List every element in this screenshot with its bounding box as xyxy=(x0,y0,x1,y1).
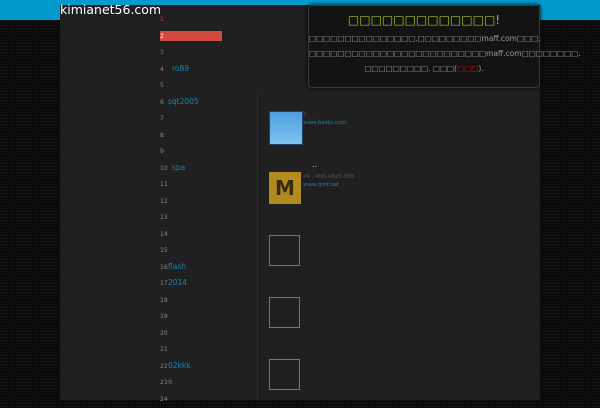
logo-m-icon[interactable]: M xyxy=(269,172,301,204)
popup-title: □□□□□□□□□□□□□! xyxy=(309,13,539,27)
popup-line-3-text: □□□□□□□□□. □□□( xyxy=(364,64,457,73)
list-item[interactable]: 1 xyxy=(160,11,222,28)
rank-number: 6 xyxy=(160,95,168,112)
list-item-label[interactable]: spa xyxy=(172,163,185,172)
rank-number: 5 xyxy=(160,78,168,95)
notice-popup: □□□□□□□□□□□□□! □□□□□□□□□□□□□□□.□□□□□□□□□… xyxy=(308,5,540,88)
site-title[interactable]: kimianet56.com xyxy=(60,2,161,17)
list-item[interactable]: 12 xyxy=(160,193,222,210)
list-item[interactable]: 3 xyxy=(160,44,222,61)
list-item[interactable]: 9 xyxy=(160,143,222,160)
list-item-label[interactable]: flash xyxy=(168,262,186,271)
divider xyxy=(257,95,258,400)
list-item-label[interactable]: 2014 xyxy=(168,278,187,287)
list-item[interactable]: 23e xyxy=(160,374,222,391)
list-item-label[interactable]: ro89 xyxy=(172,64,189,73)
list-item[interactable]: 2202kkk xyxy=(160,358,222,375)
rank-number: 22 xyxy=(160,359,168,376)
list-item[interactable]: 19 xyxy=(160,308,222,325)
rank-number: 13 xyxy=(160,210,168,227)
dots-text: .. xyxy=(312,160,317,169)
rank-number: 8 xyxy=(160,128,168,145)
list-item[interactable]: 2 xyxy=(160,31,222,41)
list-item[interactable]: 20 xyxy=(160,325,222,342)
entry-meta: 24 , 400-0823-808 xyxy=(303,174,354,180)
rank-number: 18 xyxy=(160,293,168,310)
rank-number: 20 xyxy=(160,326,168,343)
list-item-label[interactable]: sqt2005 xyxy=(168,97,199,106)
rank-number: 4 xyxy=(160,62,168,79)
entry-meta: 2 , - xyxy=(303,112,314,118)
rank-number: 23 xyxy=(160,375,168,392)
entry-link[interactable]: www.tjmf.net xyxy=(303,182,339,188)
rank-number: 2 xyxy=(160,32,168,42)
image-placeholder[interactable] xyxy=(269,359,300,390)
rank-number: 10 xyxy=(160,161,168,178)
rank-number: 15 xyxy=(160,243,168,260)
list-item[interactable]: 14 xyxy=(160,226,222,243)
list-item[interactable]: 18 xyxy=(160,292,222,309)
list-item[interactable]: 15 xyxy=(160,242,222,259)
rank-number: 21 xyxy=(160,342,168,359)
entry-link[interactable]: www.baidu.com xyxy=(303,120,347,126)
rank-number: 9 xyxy=(160,144,168,161)
rank-number: 3 xyxy=(160,45,168,62)
list-item[interactable]: 11 xyxy=(160,176,222,193)
popup-line-3-end: ). xyxy=(478,64,483,73)
list-item[interactable]: 7 xyxy=(160,110,222,127)
list-item[interactable]: 24 xyxy=(160,391,222,408)
game-icon[interactable] xyxy=(269,111,303,145)
popup-link[interactable]: □□□ xyxy=(457,64,478,73)
list-item-label[interactable]: 02kkk xyxy=(168,361,191,370)
list-item[interactable]: 13 xyxy=(160,209,222,226)
rank-number: 16 xyxy=(160,260,168,277)
popup-line-1: □□□□□□□□□□□□□□□.□□□□□□□□□maff.com□□□. xyxy=(309,31,539,46)
rank-number: 19 xyxy=(160,309,168,326)
popup-line-2: □□□□□□□□□□□□□□□□□□□□□□□□□maff.com□□□□□□□… xyxy=(309,46,539,61)
list-item[interactable]: 6sqt2005 xyxy=(160,94,222,111)
list-item[interactable]: 16flash xyxy=(160,259,222,276)
list-item[interactable]: 21 xyxy=(160,341,222,358)
list-item[interactable]: 172014 xyxy=(160,275,222,292)
list-item-label[interactable]: e xyxy=(168,377,173,386)
rank-number: 17 xyxy=(160,276,168,293)
list-item[interactable]: 8 xyxy=(160,127,222,144)
popup-line-3: □□□□□□□□□. □□□(□□□). xyxy=(309,61,539,76)
rank-number: 1 xyxy=(160,12,168,29)
rank-number: 12 xyxy=(160,194,168,211)
image-placeholder[interactable] xyxy=(269,297,300,328)
image-placeholder[interactable] xyxy=(269,235,300,266)
ranking-list: 1234ro8956sqt200578910spa111213141516fla… xyxy=(160,11,222,407)
list-item[interactable]: 4 ro89 xyxy=(160,61,222,78)
rank-number: 7 xyxy=(160,111,168,128)
list-item[interactable]: 10 spa xyxy=(160,160,222,177)
list-item[interactable]: 5 xyxy=(160,77,222,94)
rank-number: 11 xyxy=(160,177,168,194)
rank-number: 14 xyxy=(160,227,168,244)
